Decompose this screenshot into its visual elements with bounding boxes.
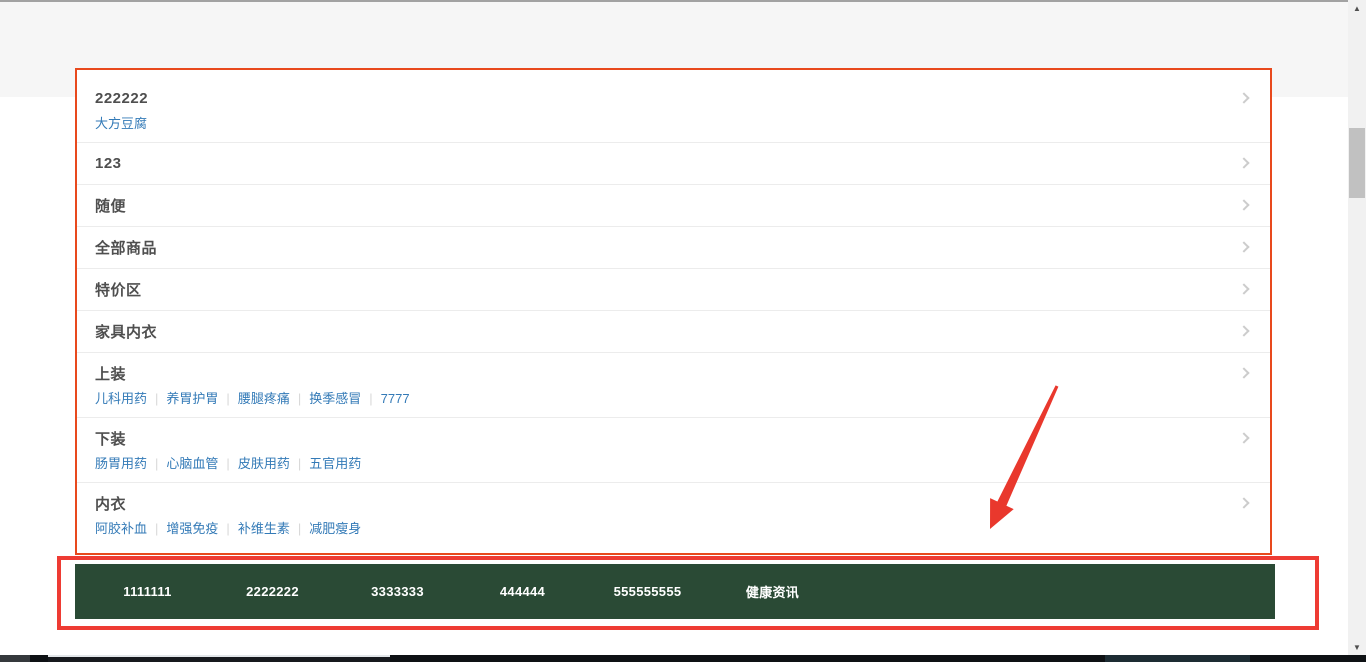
category-section: 上装儿科用药 | 养胃护胃 | 腰腿疼痛 | 换季感冒 | 7777 <box>77 353 1270 418</box>
category-link[interactable]: 肠胃用药 <box>95 456 147 471</box>
chevron-right-icon <box>1238 432 1249 443</box>
chevron-right-icon <box>1238 367 1249 378</box>
category-link[interactable]: 增强免疫 <box>166 521 218 536</box>
scrollbar-thumb[interactable] <box>1349 128 1365 198</box>
category-section: 家具内衣 <box>77 311 1270 353</box>
link-separator: | <box>226 456 229 471</box>
bottom-nav: 111111122222223333333444444555555555健康资讯 <box>75 564 1275 619</box>
category-section: 222222 大方豆腐 <box>77 70 1270 143</box>
category-panel: 222222 大方豆腐 123 随便全部商品特价区家具内衣上装儿科用药 | 养胃护胃 | 腰腿… <box>75 68 1272 555</box>
chevron-right-icon <box>1238 241 1249 252</box>
chevron-right-icon <box>1238 325 1249 336</box>
category-title: 随便 <box>95 195 126 216</box>
category-section: 特价区 <box>77 269 1270 311</box>
chevron-right-icon <box>1238 199 1249 210</box>
category-title: 特价区 <box>95 279 142 300</box>
link-separator: | <box>155 456 158 471</box>
link-separator: | <box>155 521 158 536</box>
category-list: 222222 大方豆腐 123 随便全部商品特价区家具内衣上装儿科用药 | 养胃护胃 | 腰腿… <box>77 70 1270 547</box>
category-links: 儿科用药 | 养胃护胃 | 腰腿疼痛 | 换季感冒 | 7777 <box>95 390 1252 408</box>
category-row[interactable]: 内衣 <box>95 492 1252 514</box>
page: 222222 大方豆腐 123 随便全部商品特价区家具内衣上装儿科用药 | 养胃护胃 | 腰腿… <box>0 0 1366 662</box>
link-separator: | <box>298 521 301 536</box>
category-section: 下装肠胃用药 | 心脑血管 | 皮肤用药 | 五官用药 <box>77 418 1270 483</box>
taskbar-segment <box>48 655 390 662</box>
scroll-down-icon[interactable]: ▼ <box>1348 639 1366 656</box>
scrollbar[interactable]: ▲ ▼ <box>1348 0 1366 656</box>
category-link[interactable]: 腰腿疼痛 <box>238 391 290 406</box>
link-separator: | <box>226 391 229 406</box>
category-row[interactable]: 特价区 <box>95 278 1252 300</box>
category-links: 肠胃用药 | 心脑血管 | 皮肤用药 | 五官用药 <box>95 455 1252 473</box>
category-row[interactable]: 随便 <box>95 194 1252 216</box>
category-link[interactable]: 7777 <box>381 391 410 406</box>
bottom-nav-item[interactable]: 2222222 <box>210 584 335 599</box>
category-section: 内衣阿胶补血 | 增强免疫 | 补维生素 | 减肥瘦身 <box>77 483 1270 547</box>
link-separator: | <box>369 391 372 406</box>
chevron-right-icon <box>1238 497 1249 508</box>
category-link[interactable]: 心脑血管 <box>166 456 218 471</box>
category-row[interactable]: 222222 <box>95 87 1252 109</box>
category-link[interactable]: 五官用药 <box>309 456 361 471</box>
category-link[interactable]: 儿科用药 <box>95 391 147 406</box>
chevron-right-icon <box>1238 92 1249 103</box>
category-title: 下装 <box>95 428 126 449</box>
category-section: 123 <box>77 143 1270 185</box>
chevron-right-icon <box>1238 283 1249 294</box>
bottom-nav-item[interactable]: 3333333 <box>335 584 460 599</box>
category-link[interactable]: 大方豆腐 <box>95 116 147 131</box>
category-row[interactable]: 上装 <box>95 362 1252 384</box>
category-row[interactable]: 全部商品 <box>95 236 1252 258</box>
category-title: 全部商品 <box>95 237 157 258</box>
link-separator: | <box>298 456 301 471</box>
category-link[interactable]: 阿胶补血 <box>95 521 147 536</box>
scroll-up-icon[interactable]: ▲ <box>1348 0 1366 17</box>
category-title: 家具内衣 <box>95 321 157 342</box>
category-link[interactable]: 养胃护胃 <box>166 391 218 406</box>
category-link[interactable]: 换季感冒 <box>309 391 361 406</box>
category-title: 123 <box>95 155 122 172</box>
bottom-nav-item[interactable]: 444444 <box>460 584 585 599</box>
category-section: 随便 <box>77 185 1270 227</box>
category-row[interactable]: 下装 <box>95 427 1252 449</box>
category-title: 222222 <box>95 90 148 107</box>
category-row[interactable]: 家具内衣 <box>95 320 1252 342</box>
bottom-nav-item[interactable]: 健康资讯 <box>710 582 835 601</box>
category-links: 阿胶补血 | 增强免疫 | 补维生素 | 减肥瘦身 <box>95 520 1252 538</box>
category-section: 全部商品 <box>77 227 1270 269</box>
link-separator: | <box>226 521 229 536</box>
category-link[interactable]: 补维生素 <box>238 521 290 536</box>
taskbar-edge <box>0 655 1366 662</box>
category-links: 大方豆腐 <box>95 115 1252 133</box>
category-title: 上装 <box>95 363 126 384</box>
category-row[interactable]: 123 <box>95 152 1252 174</box>
taskbar-segment <box>1105 655 1250 662</box>
category-title: 内衣 <box>95 493 126 514</box>
category-link[interactable]: 皮肤用药 <box>238 456 290 471</box>
category-link[interactable]: 减肥瘦身 <box>309 521 361 536</box>
chevron-right-icon <box>1238 157 1249 168</box>
taskbar-segment <box>0 655 30 662</box>
bottom-nav-item[interactable]: 1111111 <box>85 584 210 599</box>
link-separator: | <box>155 391 158 406</box>
bottom-nav-item[interactable]: 555555555 <box>585 584 710 599</box>
link-separator: | <box>298 391 301 406</box>
